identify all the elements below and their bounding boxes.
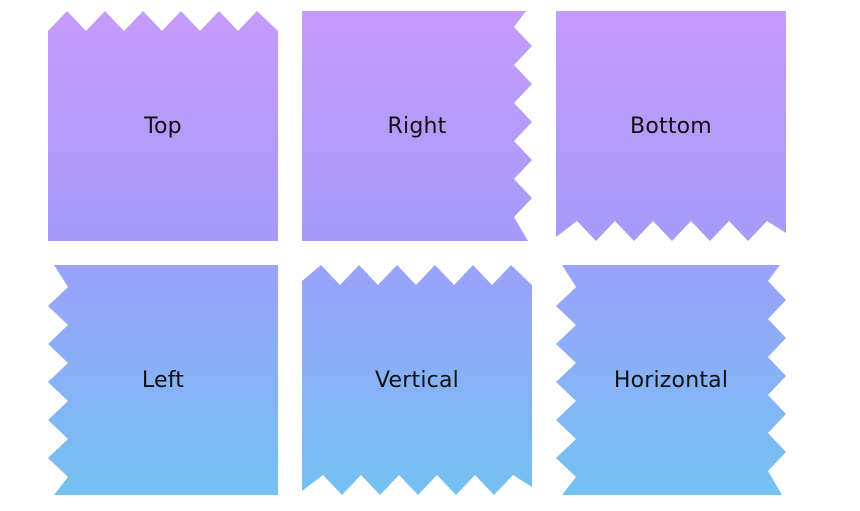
- tile-label-horizontal: Horizontal: [613, 367, 729, 393]
- zigzag-tile-left: Left: [48, 265, 278, 495]
- zigzag-tile-horizontal: Horizontal: [556, 265, 786, 495]
- tile-label-top: Top: [144, 113, 182, 139]
- tile-label-right: Right: [387, 113, 447, 139]
- tile-label-vertical: Vertical: [375, 367, 459, 393]
- tile-label-bottom: Bottom: [630, 113, 712, 139]
- zigzag-tile-bottom: Bottom: [556, 11, 786, 241]
- zigzag-tile-vertical: Vertical: [302, 265, 532, 495]
- tile-label-left: Left: [141, 367, 185, 393]
- zigzag-tile-right: Right: [302, 11, 532, 241]
- zigzag-tile-top: Top: [48, 11, 278, 241]
